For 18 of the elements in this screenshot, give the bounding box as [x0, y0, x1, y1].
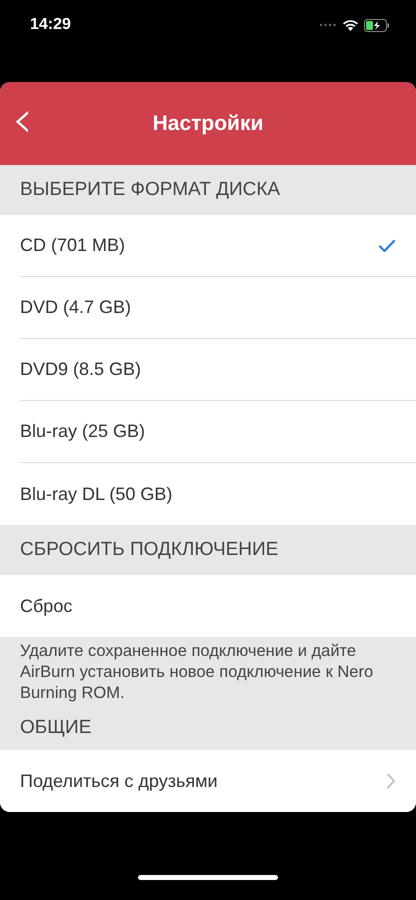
status-time: 14:29: [30, 16, 71, 34]
format-option[interactable]: Blu-ray DL (50 GB): [20, 463, 416, 525]
format-option[interactable]: CD (701 MB): [20, 215, 416, 277]
format-option[interactable]: DVD (4.7 GB): [20, 277, 416, 339]
signal-icon: [319, 23, 337, 27]
screen-title: Настройки: [152, 112, 264, 136]
section-header: ВЫБЕРИТЕ ФОРМАТ ДИСКА: [20, 179, 280, 201]
reset-row[interactable]: Сброс: [20, 575, 416, 637]
battery-charging-icon: [364, 18, 390, 32]
share-row[interactable]: Поделиться с друзьями: [20, 750, 416, 812]
chevron-right-icon: [386, 773, 396, 789]
wifi-icon: [342, 19, 359, 31]
back-button[interactable]: ‹: [6, 94, 39, 154]
section-header: СБРОСИТЬ ПОДКЛЮЧЕНИЕ: [20, 539, 278, 561]
section-footer: Удалите сохраненное подключение и дайте AirBurn установить новое подключение к Nero Burning ROM.: [20, 642, 374, 702]
format-option[interactable]: Blu-ray (25 GB): [20, 401, 416, 463]
format-option[interactable]: DVD9 (8.5 GB): [20, 339, 416, 401]
section-header: ОБЩИЕ: [20, 717, 92, 739]
